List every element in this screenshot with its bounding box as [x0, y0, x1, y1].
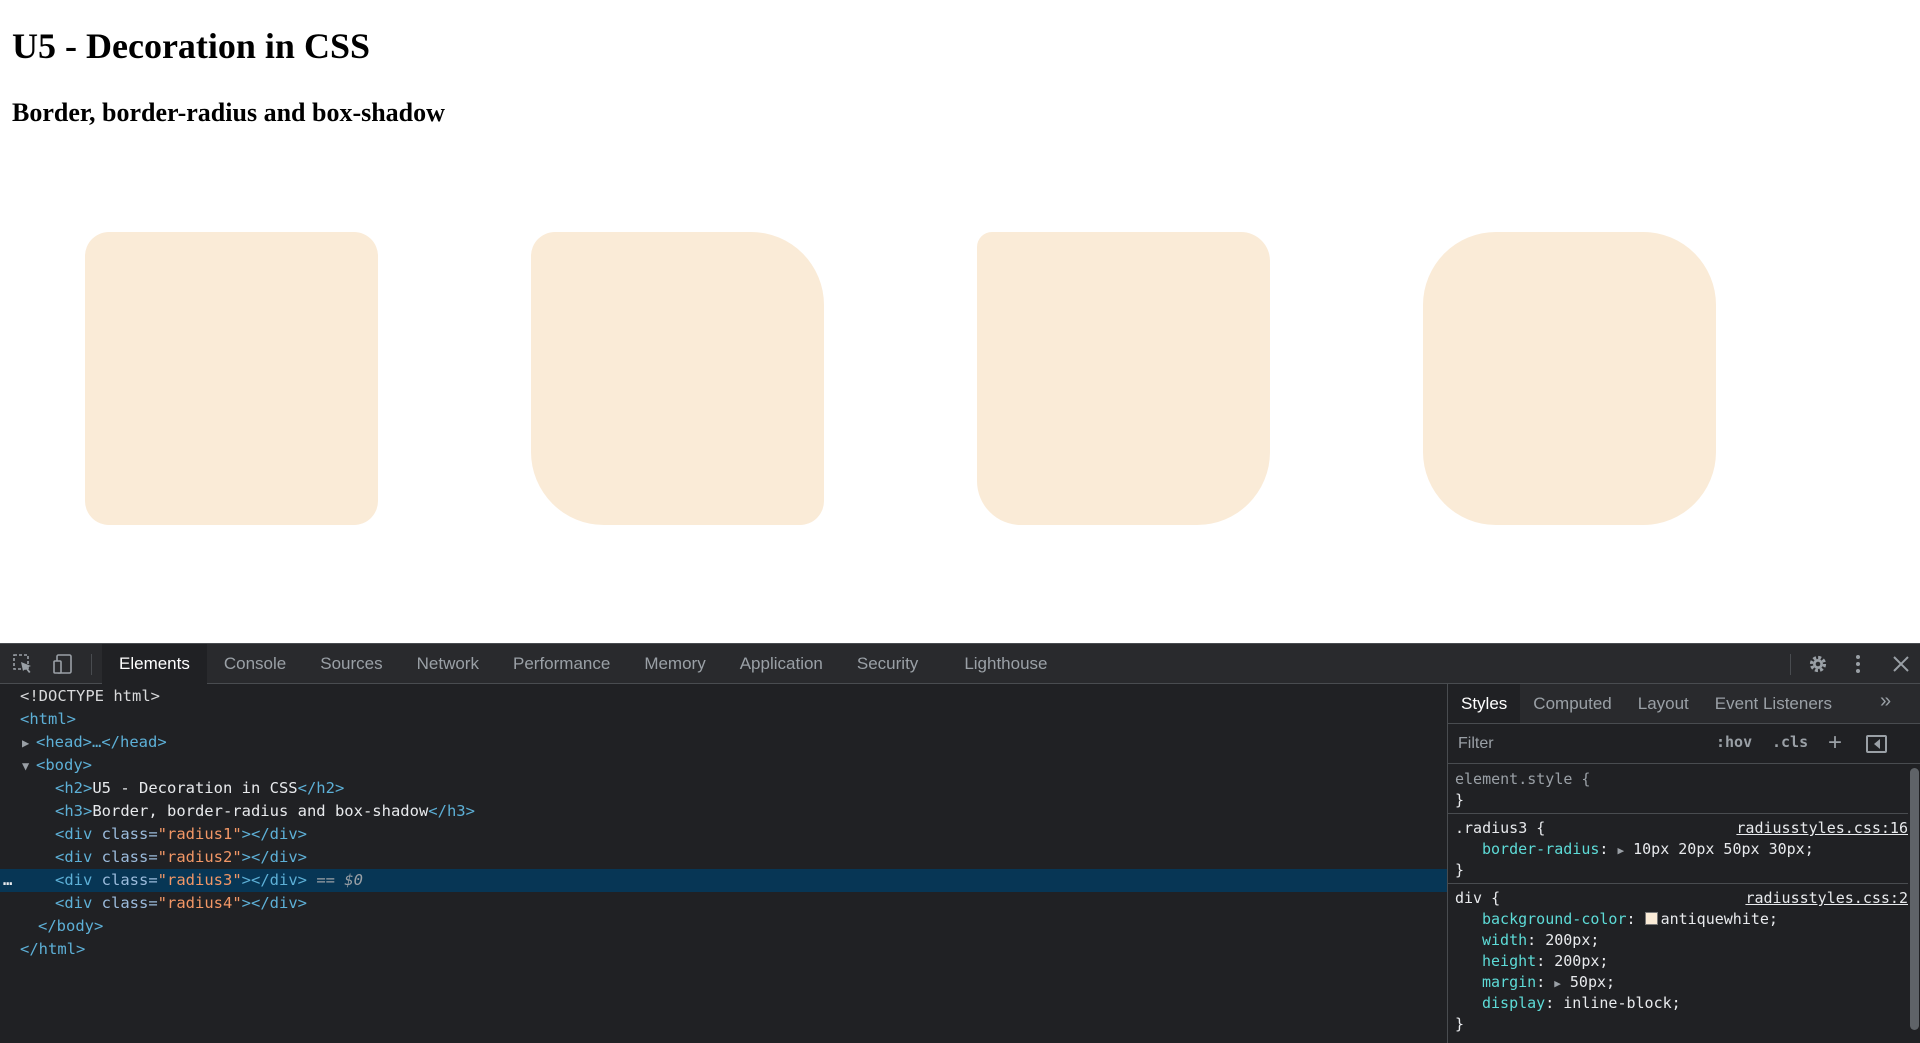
hov-toggle-button[interactable]: :hov	[1716, 733, 1752, 751]
toolbar-divider	[1790, 654, 1791, 675]
inspect-element-icon[interactable]	[11, 652, 35, 676]
tab-event-listeners[interactable]: Event Listeners	[1702, 684, 1845, 723]
dom-tree: <!DOCTYPE html> <html> ▶ <head>…</head> ▼…	[0, 684, 1447, 1043]
devtools-tabs: Elements Console Sources Network Perform…	[102, 644, 1065, 684]
more-tabs-icon[interactable]: »	[1880, 690, 1891, 713]
device-toolbar-icon[interactable]	[51, 652, 75, 676]
tab-console[interactable]: Console	[207, 644, 303, 684]
radius1-box	[85, 232, 378, 525]
source-link[interactable]: radiusstyles.css:16	[1736, 818, 1908, 839]
tab-computed[interactable]: Computed	[1520, 684, 1624, 723]
styles-filter-input[interactable]	[1452, 730, 1704, 757]
tab-sources[interactable]: Sources	[303, 644, 399, 684]
devtools-toolbar: Elements Console Sources Network Perform…	[0, 643, 1920, 684]
styles-sidebar: Styles Computed Layout Event Listeners »…	[1447, 684, 1920, 1043]
more-options-icon[interactable]	[1846, 652, 1870, 676]
rule-selector: element.style {	[1455, 770, 1591, 788]
tab-network[interactable]: Network	[400, 644, 496, 684]
declaration-height[interactable]: height: 200px;	[1448, 951, 1908, 972]
toolbar-divider	[91, 654, 92, 675]
tab-layout[interactable]: Layout	[1625, 684, 1702, 723]
tab-application[interactable]: Application	[723, 644, 840, 684]
tab-memory[interactable]: Memory	[627, 644, 722, 684]
devtools-panel: Elements Console Sources Network Perform…	[0, 643, 1920, 1043]
style-rules: element.style { } .radius3 { radiusstyles…	[1448, 765, 1908, 1037]
dom-node-h2[interactable]: <h2>U5 - Decoration in CSS</h2>	[0, 777, 1447, 800]
expand-triangle-icon[interactable]: ▶	[22, 732, 36, 755]
dom-node-body-close[interactable]: </body>	[0, 915, 1447, 938]
dom-node-html-close[interactable]: </html>	[0, 938, 1447, 961]
styles-filter-row: :hov .cls +	[1448, 724, 1920, 764]
styles-tabs: Styles Computed Layout Event Listeners »	[1448, 684, 1920, 724]
new-style-rule-icon[interactable]: +	[1828, 729, 1842, 757]
dom-node-h3[interactable]: <h3>Border, border-radius and box-shadow…	[0, 800, 1447, 823]
radius4-box	[1423, 232, 1716, 525]
tab-elements[interactable]: Elements	[102, 644, 207, 684]
page-heading-h2: U5 - Decoration in CSS	[12, 26, 370, 66]
collapse-triangle-icon[interactable]: ▼	[22, 755, 36, 778]
radius3-box	[977, 232, 1270, 525]
dom-node-body[interactable]: ▼ <body>	[0, 754, 1447, 777]
declaration-margin[interactable]: margin: ▶ 50px;	[1448, 972, 1908, 993]
dom-node-div-radius2[interactable]: <div class="radius2"></div>	[0, 846, 1447, 869]
tab-lighthouse[interactable]: Lighthouse	[935, 644, 1064, 684]
dom-node-doctype[interactable]: <!DOCTYPE html>	[0, 685, 1447, 708]
rule-radius3: .radius3 { radiusstyles.css:16 border-rad…	[1448, 814, 1908, 884]
gear-icon[interactable]	[1806, 652, 1830, 676]
dom-node-head[interactable]: ▶ <head>…</head>	[0, 731, 1447, 754]
page-heading-h3: Border, border-radius and box-shadow	[12, 98, 445, 127]
rule-close-brace: }	[1455, 1015, 1465, 1033]
rendered-page: U5 - Decoration in CSS Border, border-ra…	[0, 0, 1920, 643]
styles-scrollbar[interactable]	[1910, 768, 1919, 1030]
tab-styles[interactable]: Styles	[1448, 684, 1521, 723]
node-actions-icon[interactable]: …	[3, 869, 12, 892]
declaration-background-color[interactable]: background-color: antiquewhite;	[1448, 909, 1908, 930]
declaration-display[interactable]: display: inline-block;	[1448, 993, 1908, 1014]
declaration-width[interactable]: width: 200px;	[1448, 930, 1908, 951]
tab-performance[interactable]: Performance	[496, 644, 627, 684]
cls-toggle-button[interactable]: .cls	[1772, 733, 1808, 751]
dom-node-div-radius1[interactable]: <div class="radius1"></div>	[0, 823, 1447, 846]
declaration-border-radius[interactable]: border-radius: ▶ 10px 20px 50px 30px;	[1448, 839, 1908, 860]
source-link[interactable]: radiusstyles.css:2	[1745, 888, 1908, 909]
rule-close-brace: }	[1455, 791, 1465, 809]
rule-close-brace: }	[1455, 861, 1465, 879]
dom-node-html[interactable]: <html>	[0, 708, 1447, 731]
rule-element-style: element.style { }	[1448, 765, 1908, 814]
dom-node-div-radius3-selected[interactable]: … <div class="radius3"></div> == $0	[0, 869, 1447, 892]
tab-security[interactable]: Security	[840, 644, 935, 684]
toggle-sidebar-icon[interactable]	[1866, 735, 1887, 753]
expand-triangle-icon[interactable]: ▶	[1554, 977, 1561, 990]
rule-selector[interactable]: div {	[1455, 889, 1500, 907]
color-swatch-icon[interactable]	[1644, 912, 1658, 925]
expand-triangle-icon[interactable]: ▶	[1617, 844, 1624, 857]
radius2-box	[531, 232, 824, 525]
rule-selector[interactable]: .radius3 {	[1455, 819, 1545, 837]
close-icon[interactable]	[1889, 652, 1913, 676]
rule-div: div { radiusstyles.css:2 background-color…	[1448, 884, 1908, 1037]
dom-node-div-radius4[interactable]: <div class="radius4"></div>	[0, 892, 1447, 915]
